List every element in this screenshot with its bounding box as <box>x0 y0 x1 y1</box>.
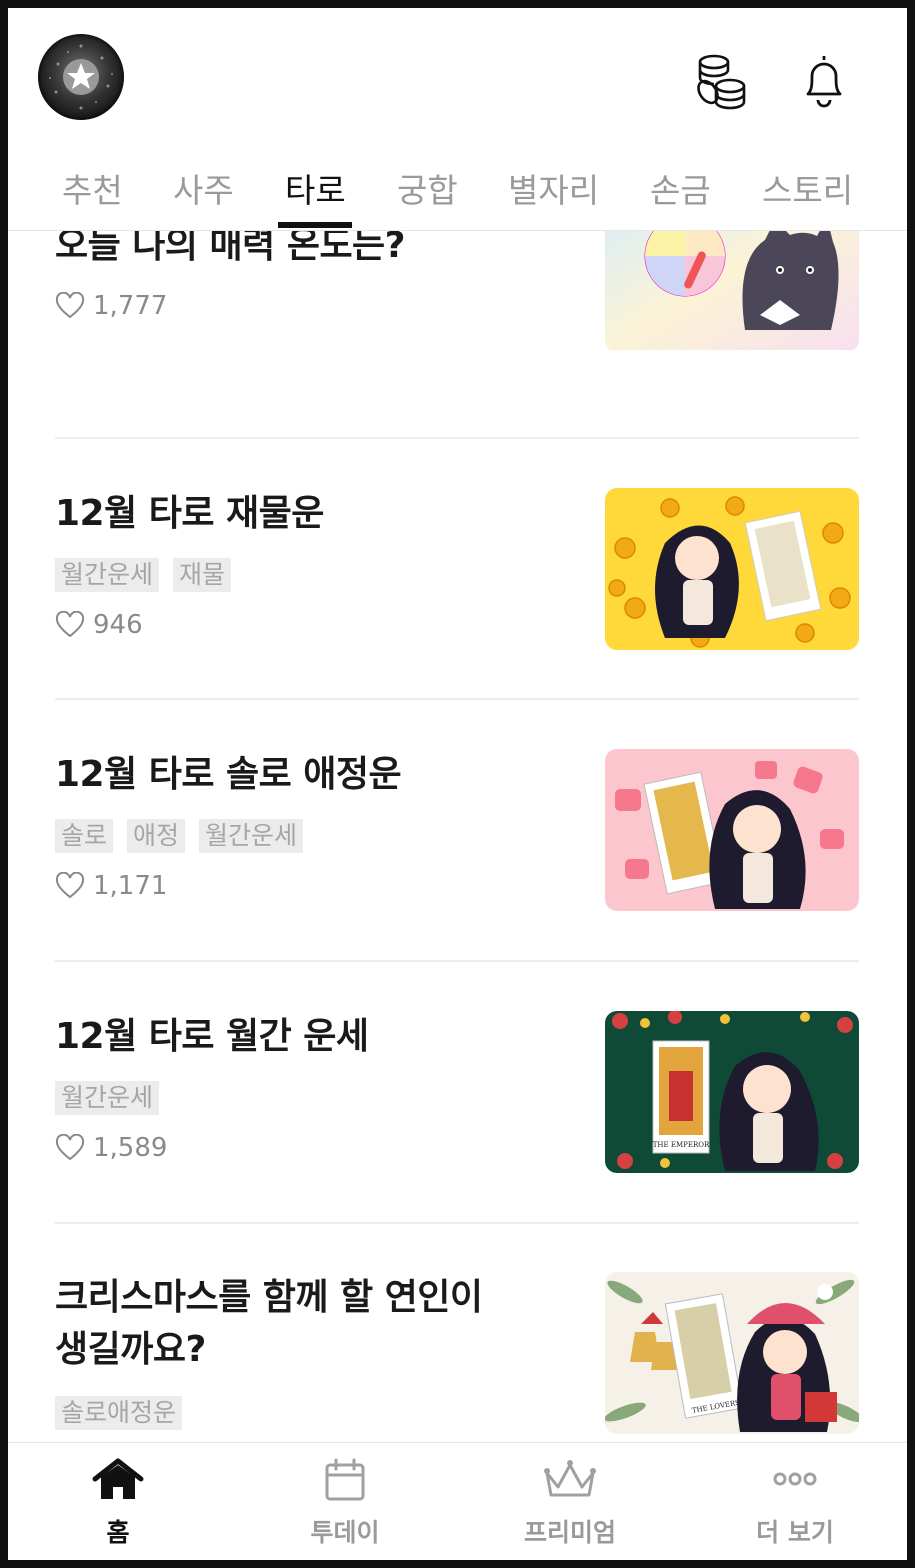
tag-list: 솔로애정운 <box>55 1396 183 1430</box>
tag[interactable]: 월간운세 <box>55 1081 160 1115</box>
item-thumbnail <box>605 230 859 352</box>
nav-home-label: 홈 <box>106 1518 130 1547</box>
nav-home[interactable]: 홈 <box>48 1443 188 1560</box>
coins-icon[interactable] <box>688 48 752 112</box>
item-title-line-2: 생길까요? <box>55 1329 206 1370</box>
item-thumbnail <box>605 488 859 650</box>
item-thumbnail: THE LOVERS <box>605 1272 859 1434</box>
item-title: 12월 타로 솔로 애정운 <box>55 754 402 795</box>
tag[interactable]: 월간운세 <box>199 819 304 853</box>
nav-more[interactable]: 더 보기 <box>725 1443 865 1560</box>
like-count-value: 1,171 <box>93 871 168 901</box>
like-count[interactable]: 1,777 <box>55 291 167 321</box>
tag[interactable]: 솔로 <box>55 819 114 853</box>
divider <box>55 960 859 962</box>
nav-premium[interactable]: 프리미엄 <box>500 1443 640 1560</box>
list-item[interactable]: 12월 타로 재물운 월간운세 재물 946 <box>55 488 859 650</box>
tag-list: 월간운세 <box>55 1081 160 1115</box>
heart-icon <box>55 1134 85 1161</box>
crown-icon <box>544 1460 596 1497</box>
star-logo-icon <box>49 44 113 110</box>
tab-compatibility[interactable]: 궁합 <box>397 164 458 212</box>
list-item[interactable]: 크리스마스를 함께 할 연인이 생길까요? 솔로애정운 THE LOVERS <box>55 1272 859 1442</box>
top-header <box>8 8 907 158</box>
list-item[interactable]: 12월 타로 솔로 애정운 솔로 애정 월간운세 1,171 <box>55 749 859 911</box>
tag[interactable]: 월간운세 <box>55 558 160 592</box>
like-count-value: 1,589 <box>93 1133 168 1163</box>
divider <box>55 1222 859 1224</box>
list-item[interactable]: 오늘 나의 매력 온도는? 1,777 <box>55 230 859 390</box>
divider <box>55 437 859 439</box>
like-count-value: 946 <box>93 610 143 640</box>
tab-horoscope[interactable]: 별자리 <box>508 164 599 212</box>
item-title-line-1: 크리스마스를 함께 할 연인이 <box>55 1277 483 1318</box>
tab-palmistry[interactable]: 손금 <box>650 164 711 212</box>
heart-icon <box>55 611 85 638</box>
item-title: 오늘 나의 매력 온도는? <box>55 230 406 266</box>
tag-list: 월간운세 재물 <box>55 558 232 592</box>
item-thumbnail <box>605 749 859 911</box>
app-screen: 추천 사주 타로 궁합 별자리 손금 스토리 오늘 나의 매력 온도는? 1,7… <box>8 8 907 1560</box>
nav-more-label: 더 보기 <box>756 1518 834 1547</box>
heart-icon <box>55 292 85 319</box>
tag[interactable]: 애정 <box>127 819 186 853</box>
tag[interactable]: 솔로애정운 <box>55 1396 183 1430</box>
divider <box>55 698 859 700</box>
more-dots-icon <box>773 1472 817 1486</box>
calendar-icon <box>325 1458 365 1501</box>
content-list: 오늘 나의 매력 온도는? 1,777 12월 타로 재물운 월간운세 재물 9… <box>8 230 907 1442</box>
heart-icon <box>55 872 85 899</box>
card-caption: THE EMPEROR <box>653 1141 710 1149</box>
tab-tarot[interactable]: 타로 <box>285 164 346 212</box>
home-icon <box>92 1458 144 1499</box>
like-count[interactable]: 1,589 <box>55 1133 167 1163</box>
category-tabs: 추천 사주 타로 궁합 별자리 손금 스토리 <box>8 158 907 231</box>
nav-today[interactable]: 투데이 <box>275 1443 415 1560</box>
item-thumbnail: THE EMPEROR <box>605 1011 859 1173</box>
active-tab-indicator <box>278 222 352 228</box>
like-count[interactable]: 946 <box>55 610 143 640</box>
like-count[interactable]: 1,171 <box>55 871 167 901</box>
nav-premium-label: 프리미엄 <box>523 1518 616 1547</box>
item-title: 12월 타로 월간 운세 <box>55 1016 369 1057</box>
item-title: 12월 타로 재물운 <box>55 493 324 534</box>
tag[interactable]: 재물 <box>173 558 232 592</box>
nav-today-label: 투데이 <box>310 1518 380 1547</box>
like-count-value: 1,777 <box>93 291 168 321</box>
tab-recommend[interactable]: 추천 <box>62 164 123 212</box>
bell-icon[interactable] <box>792 48 856 112</box>
tab-saju[interactable]: 사주 <box>173 164 234 212</box>
tab-story[interactable]: 스토리 <box>762 164 853 212</box>
tag-list: 솔로 애정 월간운세 <box>55 819 304 853</box>
bottom-nav: 홈 투데이 프리미엄 더 보기 <box>8 1442 907 1560</box>
list-item[interactable]: 12월 타로 월간 운세 월간운세 1,589 THE EMPEROR <box>55 1011 859 1173</box>
app-logo[interactable] <box>38 34 124 120</box>
